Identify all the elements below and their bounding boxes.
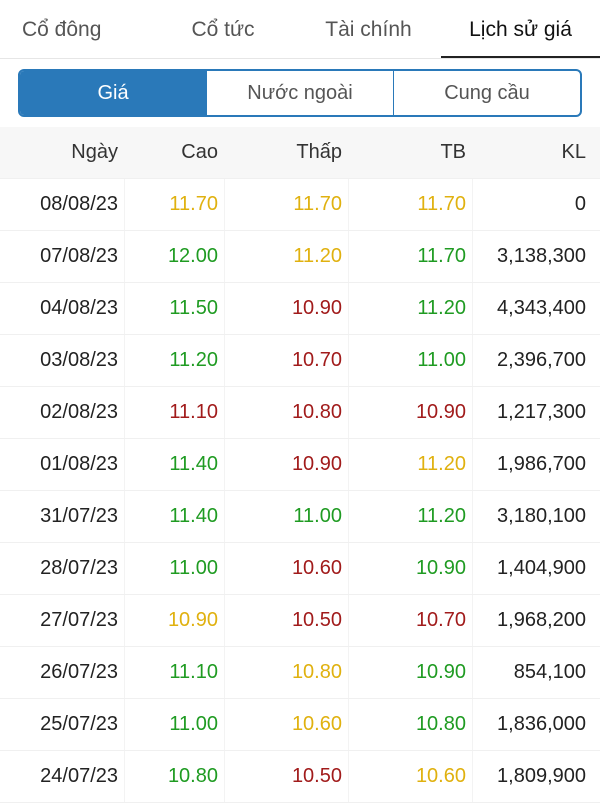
table-row: 03/08/23 11.20 10.70 11.00 2,396,700 [0,335,600,387]
cell-tb: 11.70 [348,179,472,230]
segment-control: Giá Nước ngoài Cung cầu [18,69,582,117]
cell-date: 28/07/23 [40,557,118,579]
cell-kl: 1,809,900 [472,751,592,802]
cell-tb: 10.90 [348,543,472,594]
cell-tb: 11.20 [348,439,472,490]
segment-nuoc-ngoai[interactable]: Nước ngoài [206,71,393,115]
cell-date: 04/08/23 [40,297,118,319]
cell-tb: 10.90 [348,647,472,698]
tab-tai-chinh[interactable]: Tài chính [296,0,441,59]
cell-cao: 11.40 [124,439,224,490]
table-header-row: Ngày Cao Thấp TB KL [0,127,600,179]
cell-kl: 3,138,300 [472,231,592,282]
cell-cao: 11.20 [124,335,224,386]
cell-kl: 1,836,000 [472,699,592,750]
tab-divider [0,58,600,59]
cell-thap: 10.90 [224,439,348,490]
cell-thap: 10.70 [224,335,348,386]
cell-thap: 10.90 [224,283,348,334]
cell-kl: 4,343,400 [472,283,592,334]
cell-date: 07/08/23 [40,245,118,267]
table-row: 27/07/23 10.90 10.50 10.70 1,968,200 [0,595,600,647]
cell-thap: 11.00 [224,491,348,542]
cell-cao: 11.40 [124,491,224,542]
cell-thap: 10.60 [224,699,348,750]
cell-kl: 854,100 [472,647,592,698]
cell-cao: 10.80 [124,751,224,802]
cell-date: 24/07/23 [40,765,118,787]
top-tab-bar: Cổ đông Cổ tức Tài chính Lịch sử giá [0,0,600,59]
cell-cao: 11.50 [124,283,224,334]
cell-date: 26/07/23 [40,661,118,683]
cell-date: 03/08/23 [40,349,118,371]
tab-lich-su-gia[interactable]: Lịch sử giá [441,0,600,59]
cell-thap: 10.80 [224,387,348,438]
cell-tb: 11.20 [348,283,472,334]
table-row: 24/07/23 10.80 10.50 10.60 1,809,900 [0,751,600,803]
table-row: 31/07/23 11.40 11.00 11.20 3,180,100 [0,491,600,543]
segment-cung-cau[interactable]: Cung cầu [393,71,580,115]
price-history-table: Ngày Cao Thấp TB KL 08/08/23 11.70 11.70 11… [0,127,600,803]
cell-thap: 10.50 [224,751,348,802]
cell-tb: 10.60 [348,751,472,802]
segment-control-wrapper: Giá Nước ngoài Cung cầu [0,59,600,117]
cell-cao: 11.00 [124,699,224,750]
cell-thap: 11.20 [224,231,348,282]
cell-date: 02/08/23 [40,401,118,423]
cell-tb: 10.70 [348,595,472,646]
cell-kl: 0 [472,179,592,230]
table-row: 07/08/23 12.00 11.20 11.70 3,138,300 [0,231,600,283]
table-row: 01/08/23 11.40 10.90 11.20 1,986,700 [0,439,600,491]
table-row: 28/07/23 11.00 10.60 10.90 1,404,900 [0,543,600,595]
header-kl: KL [561,141,586,163]
segment-gia[interactable]: Giá [20,71,206,115]
cell-cao: 11.10 [124,647,224,698]
cell-date: 31/07/23 [40,505,118,527]
cell-kl: 3,180,100 [472,491,592,542]
cell-cao: 11.00 [124,543,224,594]
cell-date: 08/08/23 [40,193,118,215]
cell-date: 01/08/23 [40,453,118,475]
header-cao: Cao [181,141,218,163]
table-row: 08/08/23 11.70 11.70 11.70 0 [0,179,600,231]
cell-date: 25/07/23 [40,713,118,735]
table-row: 25/07/23 11.00 10.60 10.80 1,836,000 [0,699,600,751]
tab-co-tuc[interactable]: Cổ tức [150,0,296,59]
cell-kl: 1,404,900 [472,543,592,594]
header-ngay: Ngày [71,141,118,163]
table-row: 04/08/23 11.50 10.90 11.20 4,343,400 [0,283,600,335]
header-tb: TB [440,141,466,163]
cell-kl: 1,986,700 [472,439,592,490]
cell-cao: 11.10 [124,387,224,438]
cell-thap: 11.70 [224,179,348,230]
cell-date: 27/07/23 [40,609,118,631]
cell-kl: 1,968,200 [472,595,592,646]
table-row: 02/08/23 11.10 10.80 10.90 1,217,300 [0,387,600,439]
table-row: 26/07/23 11.10 10.80 10.90 854,100 [0,647,600,699]
cell-tb: 11.70 [348,231,472,282]
cell-tb: 11.20 [348,491,472,542]
cell-thap: 10.80 [224,647,348,698]
cell-kl: 1,217,300 [472,387,592,438]
cell-thap: 10.60 [224,543,348,594]
header-thap: Thấp [296,141,342,163]
cell-thap: 10.50 [224,595,348,646]
cell-tb: 10.90 [348,387,472,438]
cell-tb: 11.00 [348,335,472,386]
cell-tb: 10.80 [348,699,472,750]
cell-cao: 11.70 [124,179,224,230]
cell-cao: 12.00 [124,231,224,282]
cell-cao: 10.90 [124,595,224,646]
cell-kl: 2,396,700 [472,335,592,386]
table-body: 08/08/23 11.70 11.70 11.70 0 07/08/23 12.00 11.… [0,179,600,803]
tab-co-dong[interactable]: Cổ đông [0,0,150,59]
